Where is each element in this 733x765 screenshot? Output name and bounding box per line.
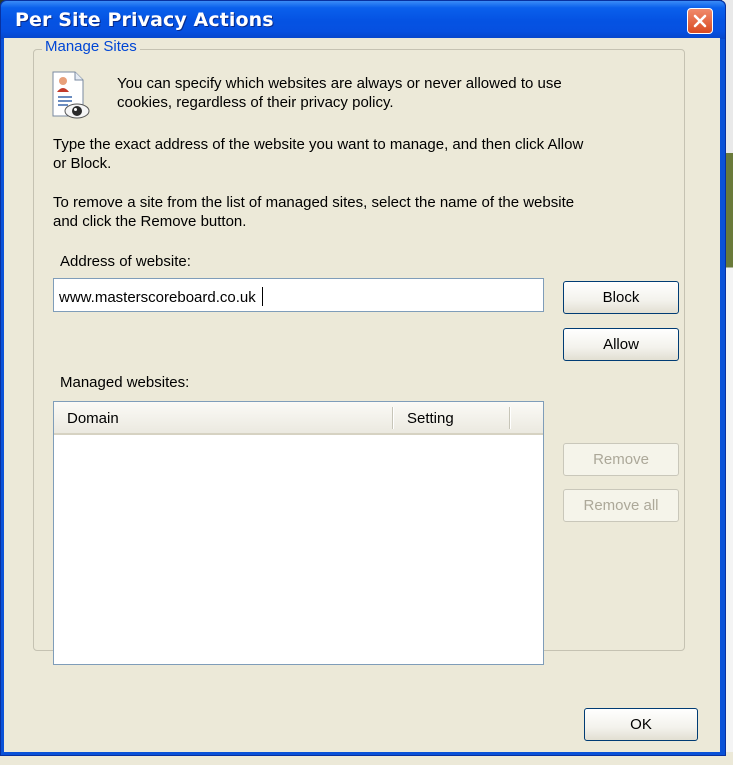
intro-text-line-2: cookies, regardless of their privacy pol… <box>117 94 394 111</box>
list-header: Domain Setting <box>54 402 543 435</box>
address-input[interactable]: www.masterscoreboard.co.uk <box>53 278 544 312</box>
column-divider[interactable] <box>392 407 394 429</box>
instruction-text-1-line-1: Type the exact address of the website yo… <box>53 136 584 153</box>
close-icon <box>693 14 707 28</box>
ok-button[interactable]: OK <box>584 708 698 741</box>
managed-websites-label: Managed websites: <box>60 374 190 391</box>
privacy-document-eye-icon <box>52 71 90 119</box>
text-caret <box>261 287 263 306</box>
column-divider[interactable] <box>509 407 511 429</box>
column-header-domain[interactable]: Domain <box>67 410 119 427</box>
intro-text-line-1: You can specify which websites are alway… <box>117 75 562 92</box>
close-button[interactable] <box>687 8 713 34</box>
allow-button[interactable]: Allow <box>563 328 679 361</box>
remove-all-button[interactable]: Remove all <box>563 489 679 522</box>
window-title: Per Site Privacy Actions <box>15 9 274 31</box>
title-bar[interactable]: Per Site Privacy Actions <box>1 1 725 39</box>
group-label: Manage Sites <box>42 38 140 55</box>
remove-button[interactable]: Remove <box>563 443 679 476</box>
managed-websites-list[interactable]: Domain Setting <box>53 401 544 665</box>
address-value: www.masterscoreboard.co.uk <box>59 289 256 306</box>
instruction-text-1-line-2: or Block. <box>53 155 112 172</box>
address-label: Address of website: <box>60 253 191 270</box>
instruction-text-2-line-1: To remove a site from the list of manage… <box>53 194 575 211</box>
column-header-setting[interactable]: Setting <box>407 410 454 427</box>
block-button[interactable]: Block <box>563 281 679 314</box>
instruction-text-2-line-2: and click the Remove button. <box>53 213 247 230</box>
